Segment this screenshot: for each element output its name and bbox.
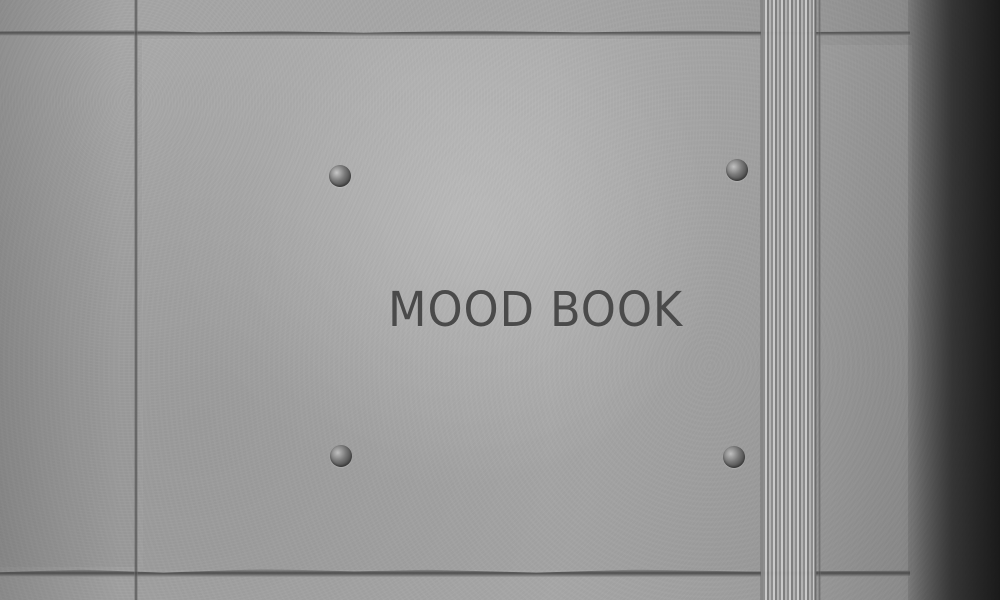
right-vertical-seam bbox=[818, 0, 821, 600]
left-concrete-panel bbox=[0, 35, 137, 567]
left-vertical-seam bbox=[134, 0, 138, 600]
elastic-band bbox=[761, 0, 816, 600]
bolt-icon bbox=[329, 165, 351, 187]
bolt-icon bbox=[726, 159, 748, 181]
bolt-icon bbox=[330, 445, 352, 467]
cover-title: MOOD BOOK bbox=[388, 282, 684, 338]
mood-book-cover-photo: MOOD BOOK bbox=[0, 0, 1000, 600]
right-concrete-panel bbox=[820, 45, 912, 575]
dark-right-edge bbox=[908, 0, 1000, 600]
bolt-icon bbox=[723, 446, 745, 468]
